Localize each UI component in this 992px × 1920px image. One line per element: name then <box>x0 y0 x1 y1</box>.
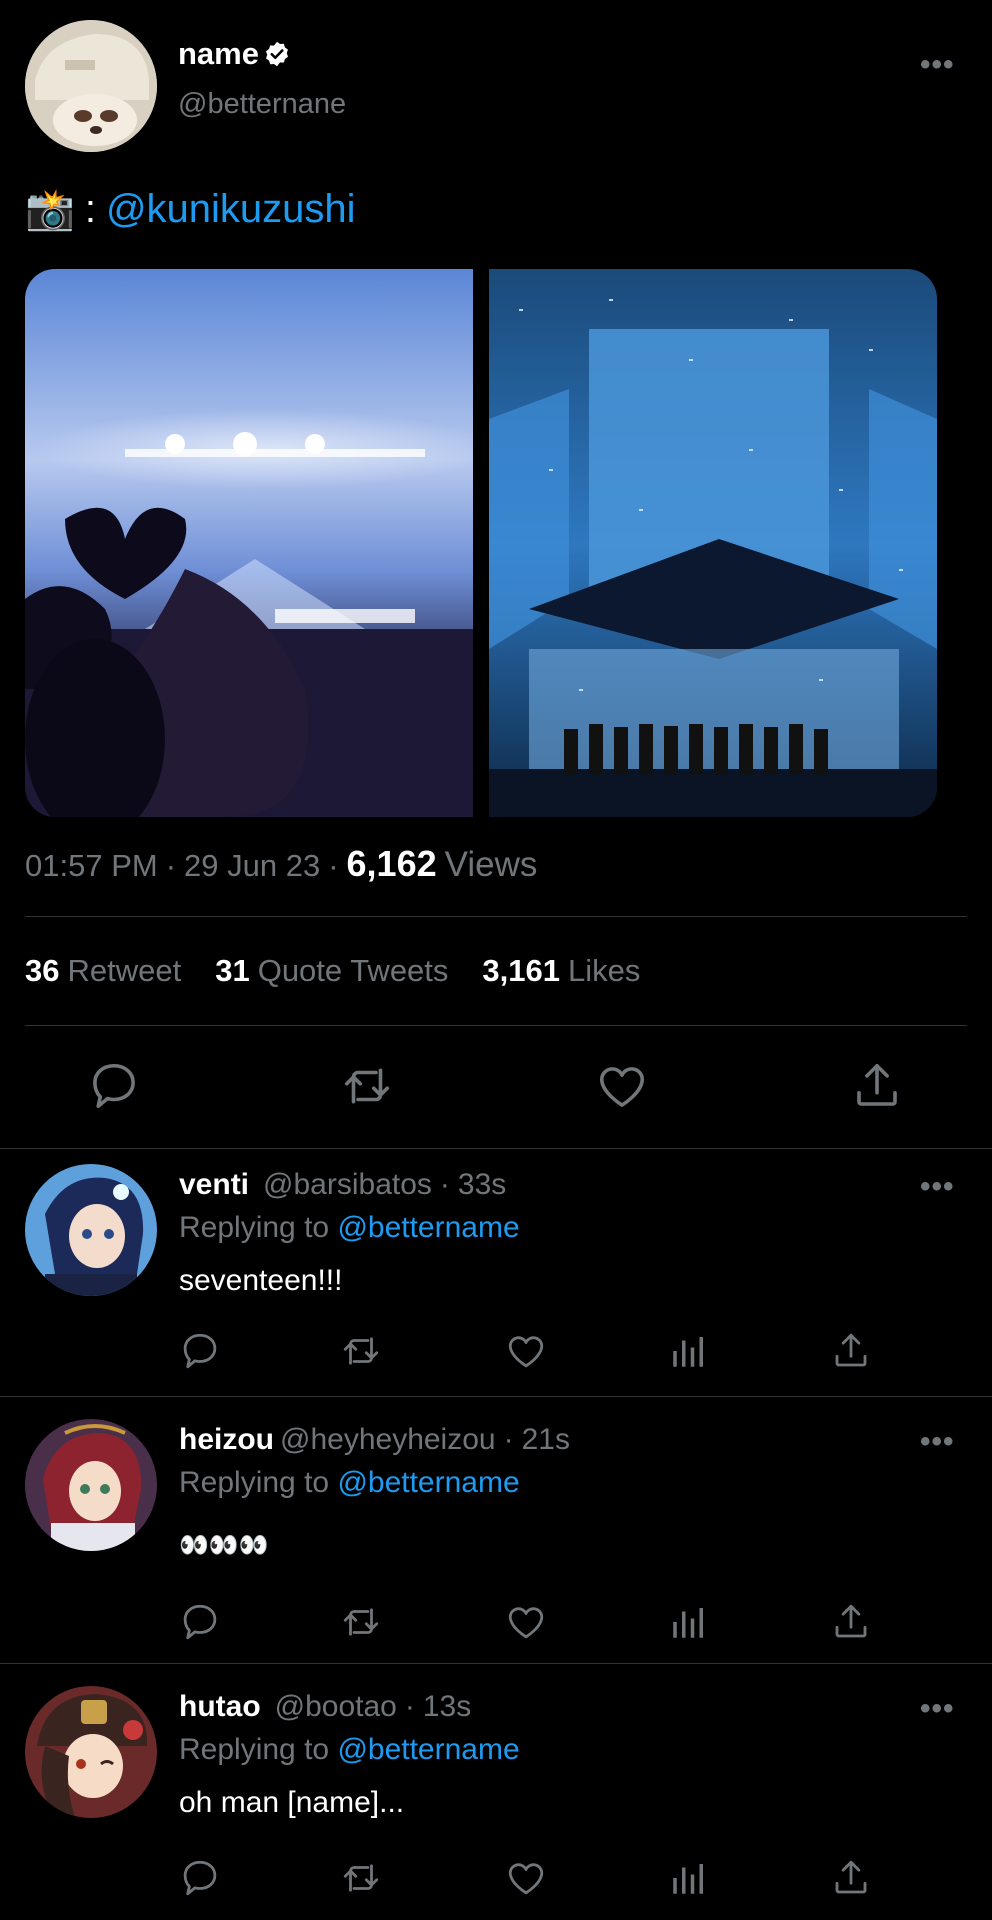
reply-actions <box>0 1330 992 1374</box>
reply-icon[interactable] <box>179 1330 221 1372</box>
meta-separator: · <box>165 848 177 883</box>
share-icon[interactable] <box>830 1601 872 1643</box>
likes-label: Likes <box>568 953 641 988</box>
share-icon[interactable] <box>830 1330 872 1372</box>
reply-text: 👀👀👀 <box>179 1532 269 1559</box>
heart-icon[interactable] <box>505 1330 547 1372</box>
reply-icon[interactable] <box>179 1857 221 1899</box>
tweet-meta: 01:57 PM · 29 Jun 23 · 6,162 Views <box>25 843 537 885</box>
reply-header: venti @barsibatos · 33s <box>179 1168 506 1202</box>
concert-photo-heart-hands[interactable] <box>25 269 473 817</box>
quote-stat[interactable]: 31 Quote Tweets <box>215 953 448 989</box>
tweet-text-prefix: : <box>84 187 96 231</box>
reply-actions <box>0 1857 992 1901</box>
retweet-icon[interactable] <box>340 1857 382 1899</box>
reply-tweet[interactable]: heizou @heyheyheizou · 21s ••• Replying to … <box>0 1405 992 1671</box>
concert-photo-stage-group[interactable] <box>489 269 937 817</box>
camera-emoji: 📸 <box>25 188 75 232</box>
author-avatar[interactable] <box>25 20 157 152</box>
heart-icon[interactable] <box>505 1857 547 1899</box>
reply-actions <box>0 1601 992 1645</box>
author-name[interactable]: name <box>178 36 291 72</box>
reply-avatar[interactable] <box>25 1164 157 1296</box>
mention-link[interactable]: @kunikuzushi <box>106 187 356 232</box>
reply-time: 33s <box>457 1168 507 1201</box>
analytics-icon[interactable] <box>668 1601 710 1643</box>
tweet-time: 01:57 PM <box>25 848 158 883</box>
more-options-icon[interactable]: ••• <box>920 1172 955 1202</box>
replying-to: Replying to @bettername <box>179 1211 520 1245</box>
heart-icon[interactable] <box>505 1601 547 1643</box>
reply-author-handle[interactable]: @heyheyheizou <box>280 1423 496 1456</box>
tweet-date: 29 Jun 23 <box>184 848 321 883</box>
replying-to-label: Replying to <box>179 1733 330 1766</box>
likes-stat[interactable]: 3,161 Likes <box>482 953 640 989</box>
reply-author-name[interactable]: heizou <box>179 1423 274 1456</box>
reply-text: seventeen!!! <box>179 1264 343 1297</box>
reply-author-name[interactable]: hutao <box>179 1690 261 1723</box>
tweet-stats: 36 Retweet 31 Quote Tweets 3,161 Likes <box>25 953 640 989</box>
more-options-icon[interactable]: ••• <box>920 1694 955 1724</box>
reply-icon[interactable] <box>179 1601 221 1643</box>
reply-header: heizou @heyheyheizou · 21s <box>179 1423 570 1457</box>
quote-count: 31 <box>215 953 250 988</box>
share-icon[interactable] <box>830 1857 872 1899</box>
heart-icon[interactable] <box>595 1059 649 1113</box>
retweet-icon[interactable] <box>340 1330 382 1372</box>
author-name-text: name <box>178 36 259 71</box>
reply-tweet[interactable]: hutao @bootao · 13s ••• Replying to @better… <box>0 1672 992 1920</box>
more-options-icon[interactable]: ••• <box>920 1427 955 1457</box>
retweet-count: 36 <box>25 953 60 988</box>
tweet-actions <box>0 1055 992 1117</box>
author-handle[interactable]: @betternane <box>178 88 346 121</box>
more-options-icon[interactable]: ••• <box>920 50 955 80</box>
reply-author-handle[interactable]: @barsibatos <box>263 1168 432 1201</box>
tweet-media <box>25 269 937 817</box>
verified-badge-icon <box>263 40 291 68</box>
reply-tweet[interactable]: venti @barsibatos · 33s ••• Replying to @be… <box>0 1150 992 1416</box>
reply-time: 21s <box>521 1423 570 1456</box>
replying-to-mention[interactable]: @bettername <box>337 1211 519 1244</box>
retweet-icon[interactable] <box>340 1601 382 1643</box>
tweet-text: 📸 : @kunikuzushi <box>25 186 356 233</box>
reply-time: 13s <box>422 1690 472 1723</box>
meta-separator: · <box>404 1690 415 1723</box>
reply-avatar[interactable] <box>25 1686 157 1818</box>
meta-separator: · <box>503 1423 514 1456</box>
replying-to-mention[interactable]: @bettername <box>337 1733 519 1766</box>
reply-header: hutao @bootao · 13s <box>179 1690 471 1724</box>
replying-to-label: Replying to <box>179 1211 330 1244</box>
divider <box>0 1663 992 1664</box>
quote-label: Quote Tweets <box>257 953 449 988</box>
meta-separator: · <box>439 1168 450 1201</box>
retweet-stat[interactable]: 36 Retweet <box>25 953 181 989</box>
share-icon[interactable] <box>850 1059 904 1113</box>
replying-to: Replying to @bettername <box>179 1466 520 1500</box>
reply-icon[interactable] <box>87 1059 141 1113</box>
analytics-icon[interactable] <box>668 1857 710 1899</box>
reply-author-handle[interactable]: @bootao <box>275 1690 397 1723</box>
views-count: 6,162 <box>346 843 437 884</box>
tweet-header: name @betternane ••• <box>25 20 967 152</box>
meta-separator: · <box>328 848 339 883</box>
reply-text: oh man [name]... <box>179 1786 405 1819</box>
replying-to-mention[interactable]: @bettername <box>337 1466 519 1499</box>
replying-to-label: Replying to <box>179 1466 330 1499</box>
divider <box>0 1148 992 1149</box>
reply-avatar[interactable] <box>25 1419 157 1551</box>
views-label[interactable]: Views <box>445 845 538 885</box>
divider <box>25 916 967 917</box>
divider <box>25 1025 967 1026</box>
retweet-icon[interactable] <box>340 1059 394 1113</box>
analytics-icon[interactable] <box>668 1330 710 1372</box>
retweet-label: Retweet <box>67 953 182 988</box>
replying-to: Replying to @bettername <box>179 1733 520 1767</box>
reply-author-name[interactable]: venti <box>179 1168 249 1201</box>
likes-count: 3,161 <box>482 953 560 988</box>
divider <box>0 1396 992 1397</box>
